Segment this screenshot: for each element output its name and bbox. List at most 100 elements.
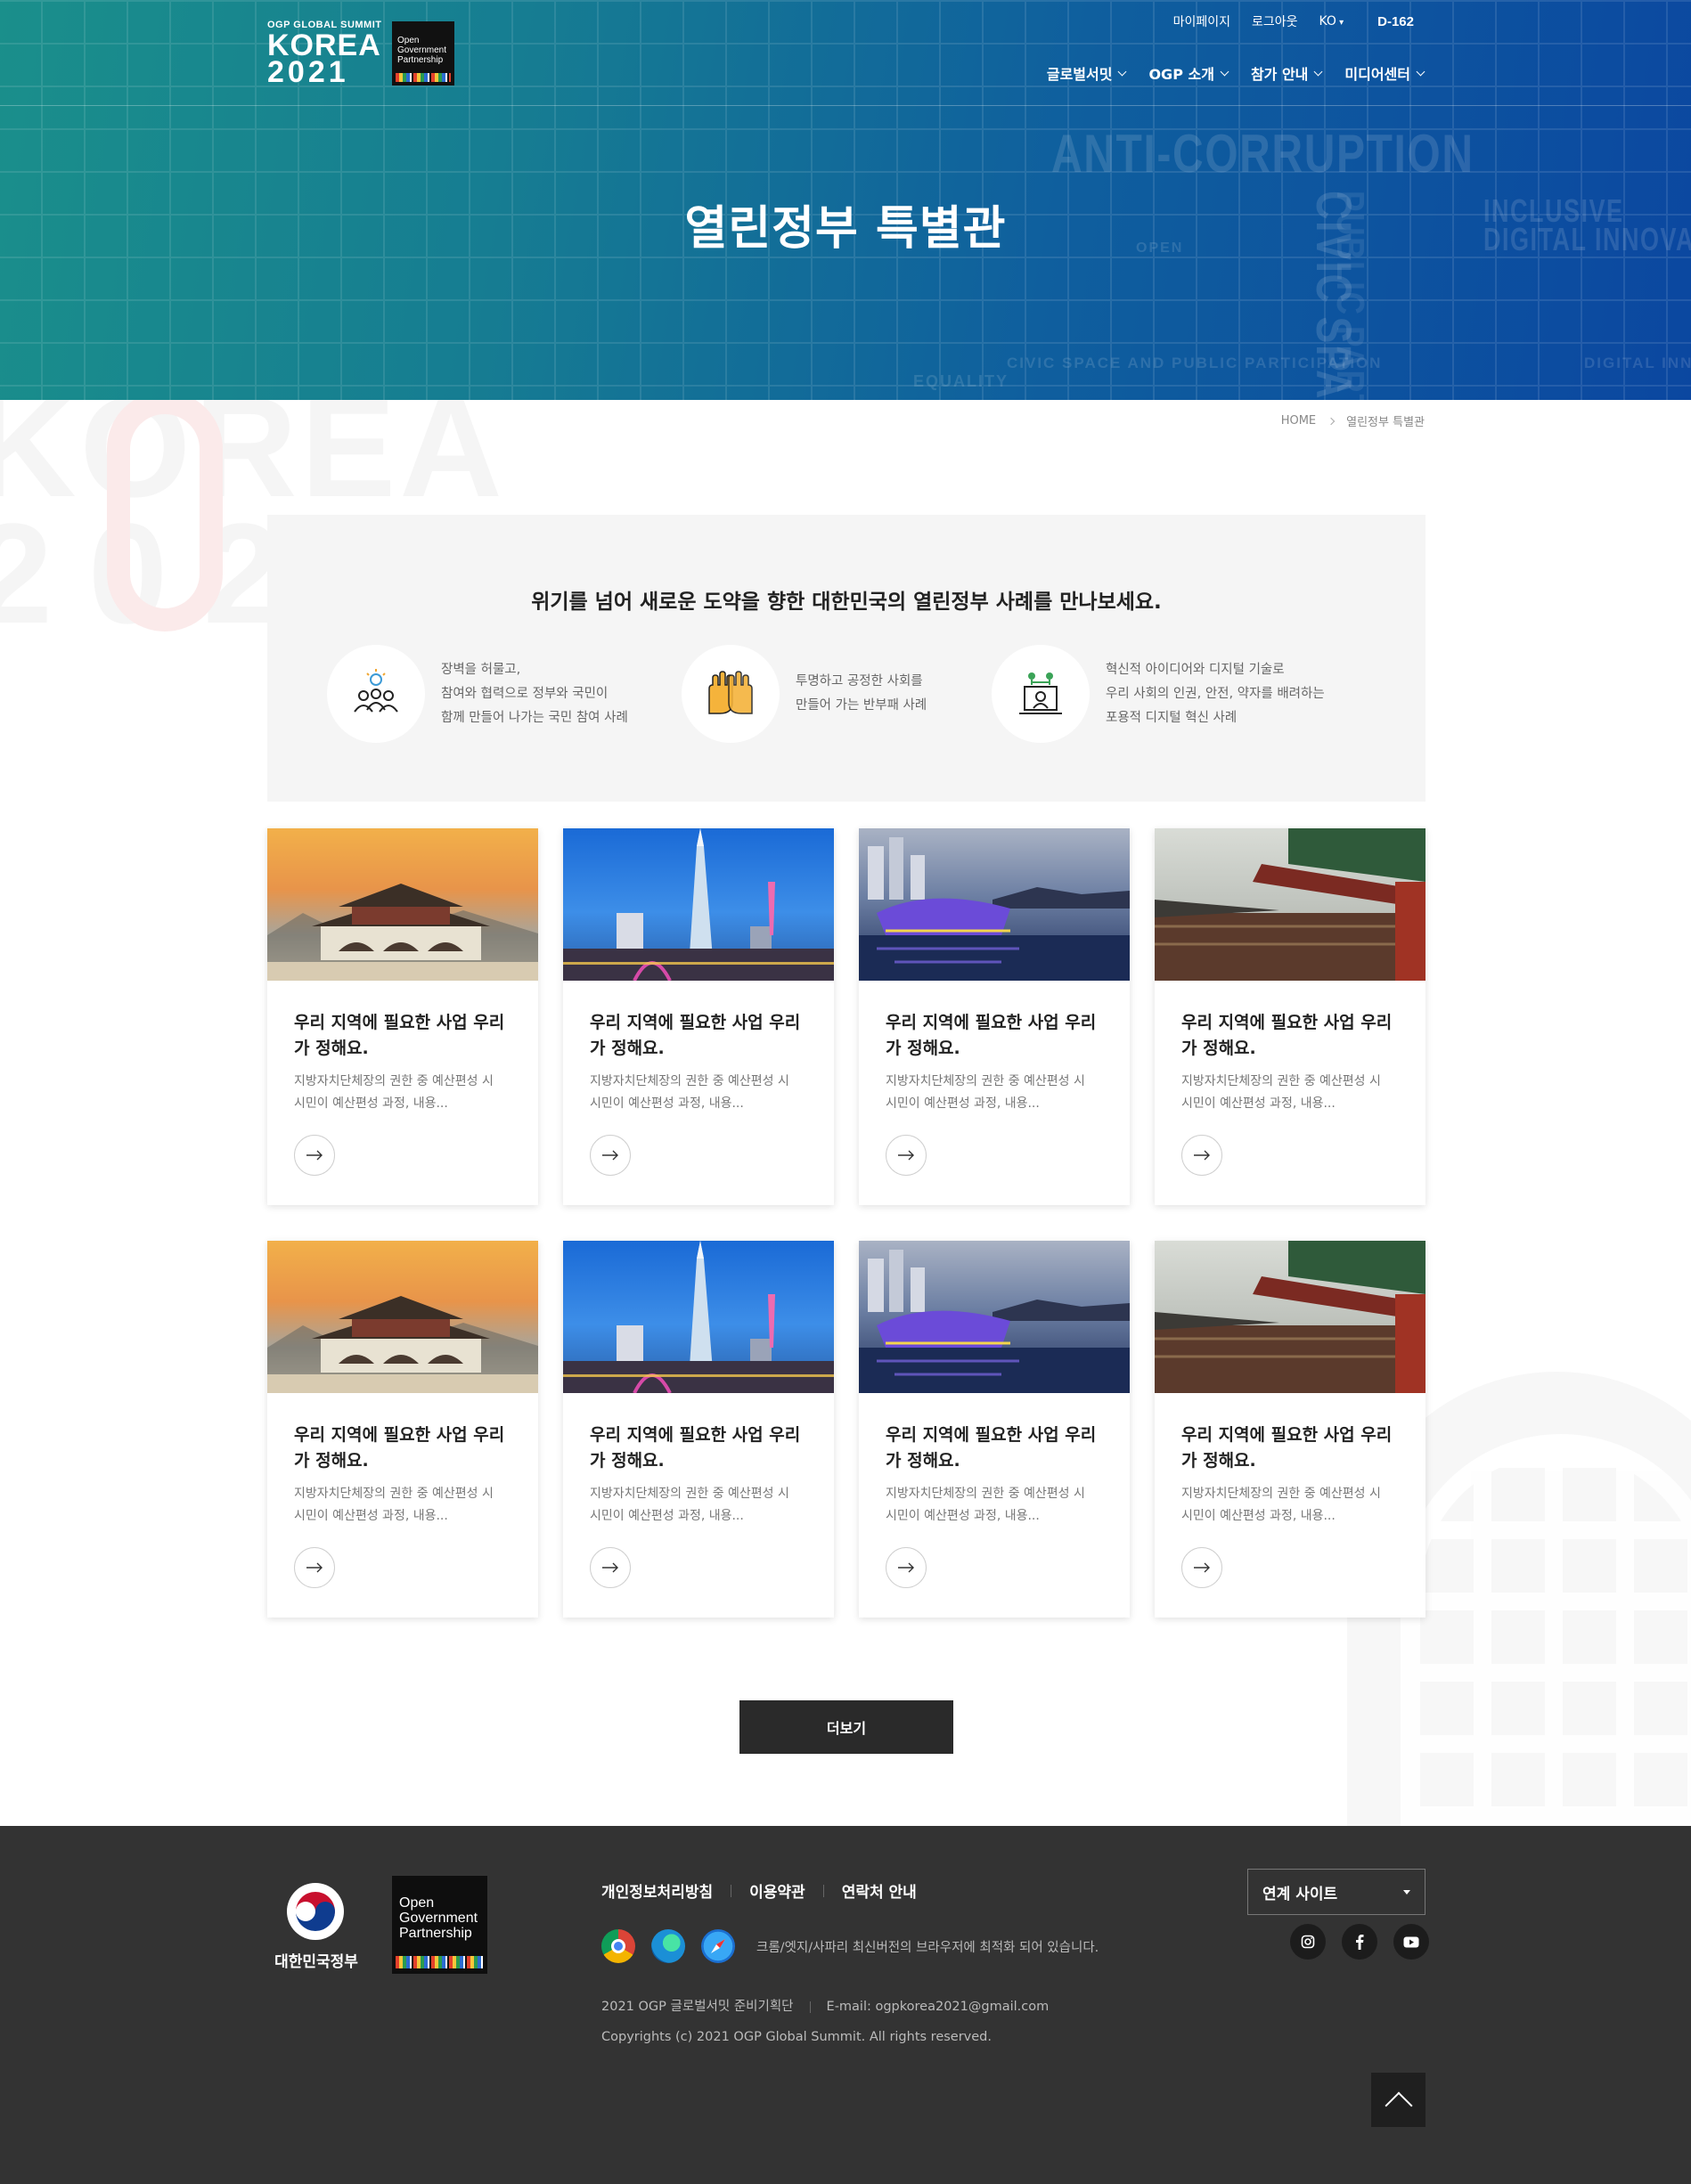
arrow-right-icon (602, 1562, 618, 1573)
ogp-logo-text: Open Government Partnership (397, 36, 447, 65)
edge-icon (651, 1929, 685, 1963)
card-description: 지방자치단체장의 권한 중 예산편성 시 시민이 예산편성 과정, 내용... (294, 1074, 494, 1111)
card-title[interactable]: 우리 지역에 필요한 사업 우리가 정해요. (886, 1010, 1108, 1062)
card-description: 지방자치단체장의 권한 중 예산편성 시 시민이 예산편성 과정, 내용... (1181, 1487, 1381, 1523)
card-arrow-button[interactable] (886, 1547, 927, 1588)
safari-icon (701, 1929, 735, 1963)
arrow-right-icon (898, 1150, 914, 1161)
nav-item-participation[interactable]: 참가 안내 (1251, 62, 1323, 84)
card-title[interactable]: 우리 지역에 필요한 사업 우리가 정해요. (1181, 1422, 1404, 1474)
card-title[interactable]: 우리 지역에 필요한 사업 우리가 정해요. (294, 1422, 517, 1474)
ogp-color-stripes (396, 73, 451, 82)
case-card[interactable]: 우리 지역에 필요한 사업 우리가 정해요. 지방자치단체장의 권한 중 예산편… (267, 828, 538, 1205)
card-arrow-button[interactable] (1181, 1547, 1222, 1588)
card-title[interactable]: 우리 지역에 필요한 사업 우리가 정해요. (1181, 1010, 1404, 1062)
card-description: 지방자치단체장의 권한 중 예산편성 시 시민이 예산편성 과정, 내용... (590, 1487, 789, 1523)
card-description: 지방자치단체장의 권한 중 예산편성 시 시민이 예산편성 과정, 내용... (590, 1074, 789, 1111)
scroll-top-button[interactable] (1371, 2073, 1426, 2127)
summit-logo[interactable]: OGP GLOBAL SUMMIT KOREA 2021 Open Govern… (267, 20, 463, 87)
chevron-right-icon (1327, 417, 1336, 425)
arrow-right-icon (898, 1562, 914, 1573)
card-title[interactable]: 우리 지역에 필요한 사업 우리가 정해요. (294, 1010, 517, 1062)
card-image-gyeongbokgung (267, 828, 538, 981)
terms-link[interactable]: 이용약관 (749, 1879, 805, 1902)
arrow-right-icon (306, 1562, 323, 1573)
ogp-logo: Open Government Partnership (392, 21, 454, 86)
logo-year-text: 2021 (267, 55, 349, 89)
instagram-icon[interactable] (1290, 1924, 1326, 1960)
ogp-color-stripes (396, 1956, 484, 1968)
feature-line: 만들어 가는 반부패 사례 (796, 698, 927, 713)
nav-item-media-center[interactable]: 미디어센터 (1344, 62, 1426, 84)
card-arrow-button[interactable] (886, 1135, 927, 1176)
arrow-right-icon (602, 1150, 618, 1161)
chevron-down-icon (1118, 67, 1127, 76)
contact-link[interactable]: 연락처 안내 (842, 1879, 917, 1902)
dday-counter: D-162 (1377, 13, 1414, 29)
youtube-icon[interactable] (1393, 1924, 1429, 1960)
case-card[interactable]: 우리 지역에 필요한 사업 우리가 정해요. 지방자치단체장의 권한 중 예산편… (859, 828, 1130, 1205)
digital-innovation-icon (992, 645, 1090, 743)
card-title[interactable]: 우리 지역에 필요한 사업 우리가 정해요. (590, 1422, 813, 1474)
header-divider (0, 105, 1691, 106)
breadcrumb-home[interactable]: HOME (1281, 414, 1316, 428)
card-arrow-button[interactable] (1181, 1135, 1222, 1176)
card-image-palace-eaves (1155, 1241, 1426, 1393)
case-card[interactable]: 우리 지역에 필요한 사업 우리가 정해요. 지방자치단체장의 권한 중 예산편… (1155, 828, 1426, 1205)
mypage-link[interactable]: 마이페이지 (1173, 12, 1230, 30)
chevron-down-icon (1220, 67, 1229, 76)
arrow-right-icon (1194, 1562, 1210, 1573)
case-card[interactable]: 우리 지역에 필요한 사업 우리가 정해요. 지방자치단체장의 권한 중 예산편… (1155, 1241, 1426, 1618)
feature-line: 혁신적 아이디어와 디지털 기술로 (1106, 662, 1285, 677)
privacy-policy-link[interactable]: 개인정보처리방침 (601, 1879, 713, 1902)
case-card[interactable]: 우리 지역에 필요한 사업 우리가 정해요. 지방자치단체장의 권한 중 예산편… (267, 1241, 538, 1618)
card-title[interactable]: 우리 지역에 필요한 사업 우리가 정해요. (590, 1010, 813, 1062)
chevron-up-icon (1384, 2090, 1413, 2120)
card-image-floating-island (859, 1241, 1130, 1393)
chevron-down-icon (1313, 67, 1323, 76)
feature-line: 투명하고 공정한 사회를 (796, 674, 923, 689)
footer-ogp-logo[interactable]: Open Government Partnership (392, 1876, 487, 1974)
card-image-lotte-tower (563, 828, 834, 981)
browser-support-note: 크롬/엣지/사파리 최신버전의 브라우저에 최적화 되어 있습니다. (756, 1940, 1099, 1955)
logout-link[interactable]: 로그아웃 (1252, 12, 1298, 30)
hero-bg-word: ANTI-CORRUPTION (1051, 124, 1475, 183)
feature-line: 포용적 디지털 혁신 사례 (1106, 710, 1238, 725)
arrow-right-icon (1194, 1150, 1210, 1161)
organizer-name: 2021 OGP 글로벌서밋 준비기획단 (601, 2000, 794, 2014)
load-more-button[interactable]: 더보기 (739, 1700, 953, 1754)
card-arrow-button[interactable] (294, 1547, 335, 1588)
family-site-select[interactable]: 연계 사이트 (1247, 1869, 1426, 1915)
card-image-lotte-tower (563, 1241, 834, 1393)
language-select[interactable]: KO (1319, 14, 1344, 29)
feature-line: 함께 만들어 나가는 국민 참여 사례 (441, 710, 628, 725)
footer-links: 개인정보처리방침 이용약관 연락처 안내 (601, 1879, 917, 1902)
hero-bg-word: EQUALITY (913, 372, 1009, 390)
card-arrow-button[interactable] (590, 1547, 631, 1588)
info-divider (809, 2001, 811, 2013)
link-divider (822, 1884, 824, 1897)
facebook-icon[interactable] (1342, 1924, 1377, 1960)
card-description: 지방자치단체장의 권한 중 예산편성 시 시민이 예산편성 과정, 내용... (1181, 1074, 1381, 1111)
card-description: 지방자치단체장의 권한 중 예산편성 시 시민이 예산편성 과정, 내용... (294, 1487, 494, 1523)
case-card[interactable]: 우리 지역에 필요한 사업 우리가 정해요. 지방자치단체장의 권한 중 예산편… (859, 1241, 1130, 1618)
feature-digital-innovation: 혁신적 아이디어와 디지털 기술로 우리 사회의 인권, 안전, 약자를 배려하… (992, 645, 1325, 743)
case-card[interactable]: 우리 지역에 필요한 사업 우리가 정해요. 지방자치단체장의 권한 중 예산편… (563, 828, 834, 1205)
government-name: 대한민국정부 (274, 1953, 358, 1971)
taegeuk-emblem-icon (287, 1883, 344, 1940)
nav-item-ogp-intro[interactable]: OGP 소개 (1148, 62, 1229, 84)
card-arrow-button[interactable] (590, 1135, 631, 1176)
nav-item-global-summit[interactable]: 글로벌서밋 (1047, 62, 1127, 84)
case-card[interactable]: 우리 지역에 필요한 사업 우리가 정해요. 지방자치단체장의 권한 중 예산편… (563, 1241, 834, 1618)
footer: 대한민국정부 Open Government Partnership 개인정보처… (0, 1826, 1691, 2184)
feature-line: 우리 사회의 인권, 안전, 약자를 배려하는 (1106, 686, 1325, 701)
utility-menu: 마이페이지 로그아웃 KO D-162 (1173, 12, 1414, 30)
intro-box: 위기를 넘어 새로운 도약을 향한 대한민국의 열린정부 사례를 만나보세요. … (267, 515, 1426, 802)
caret-down-icon (1403, 1889, 1410, 1895)
main-nav: 글로벌서밋 OGP 소개 참가 안내 미디어센터 (1047, 62, 1426, 84)
government-logo[interactable]: 대한민국정부 (267, 1883, 365, 1972)
hero-bg-word: DIGITAL INNOV (1584, 354, 1691, 371)
card-arrow-button[interactable] (294, 1135, 335, 1176)
contact-email: E-mail: ogpkorea2021@gmail.com (826, 2000, 1050, 2014)
card-title[interactable]: 우리 지역에 필요한 사업 우리가 정해요. (886, 1422, 1108, 1474)
